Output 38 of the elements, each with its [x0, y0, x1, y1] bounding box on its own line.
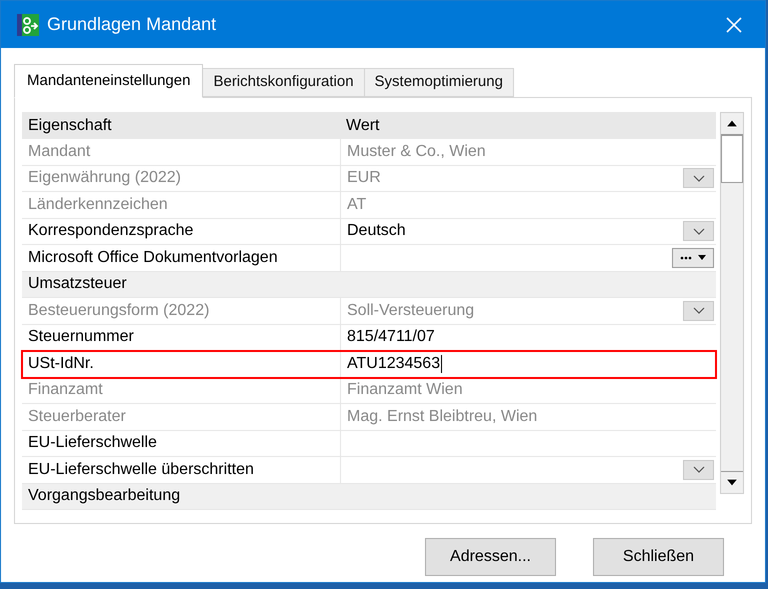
section-heading: Umsatzsteuer	[27, 274, 128, 294]
ellipsis-icon	[680, 256, 692, 260]
property-value[interactable]: Deutsch	[347, 219, 406, 244]
dialog-button[interactable]: Schließen	[593, 538, 724, 576]
close-icon	[726, 16, 742, 32]
dropdown-button[interactable]	[683, 221, 714, 242]
scroll-thumb[interactable]	[721, 135, 743, 183]
property-value[interactable]: ATU1234563	[347, 352, 440, 376]
property-label: Eigenwährung (2022)	[27, 168, 182, 188]
property-label: EU-Lieferschwelle überschritten	[27, 460, 255, 480]
app-icon	[17, 14, 39, 36]
chevron-down-icon	[692, 174, 704, 182]
browse-button[interactable]	[672, 248, 714, 268]
property-label: Besteuerungsform (2022)	[27, 300, 210, 321]
dropdown-button[interactable]	[683, 460, 714, 480]
window-title: Grundlagen Mandant	[47, 13, 216, 36]
column-header: Eigenschaft	[27, 116, 113, 136]
scrollbar[interactable]	[720, 112, 744, 494]
property-label: Länderkennzeichen	[27, 194, 169, 215]
property-label: EU-Lieferschwelle	[27, 433, 158, 454]
property-label: Steuerberater	[27, 406, 127, 427]
property-value[interactable]: 815/4711/07	[347, 325, 435, 350]
property-label: Mandant	[27, 142, 92, 162]
chevron-down-icon	[692, 228, 704, 235]
property-label: Korrespondenzsprache	[27, 221, 194, 242]
section-heading: Vorgangsbearbeitung	[27, 486, 182, 506]
property-label: Steuernummer	[27, 327, 135, 348]
property-label: Finanzamt	[27, 380, 104, 400]
caret-icon	[698, 255, 706, 260]
chevron-down-icon	[692, 466, 704, 474]
property-label: USt-IdNr.	[27, 354, 95, 374]
column-header: Wert	[345, 116, 380, 136]
chevron-down-icon	[692, 307, 704, 314]
tab[interactable]: Systemoptimierung	[364, 68, 514, 97]
tab[interactable]: Berichtskonfiguration	[203, 68, 365, 97]
dialog-button[interactable]: Adressen...	[425, 538, 556, 576]
property-label: Microsoft Office Dokumentvorlagen	[27, 248, 279, 268]
tab[interactable]: Mandanteneinstellungen	[14, 64, 204, 98]
